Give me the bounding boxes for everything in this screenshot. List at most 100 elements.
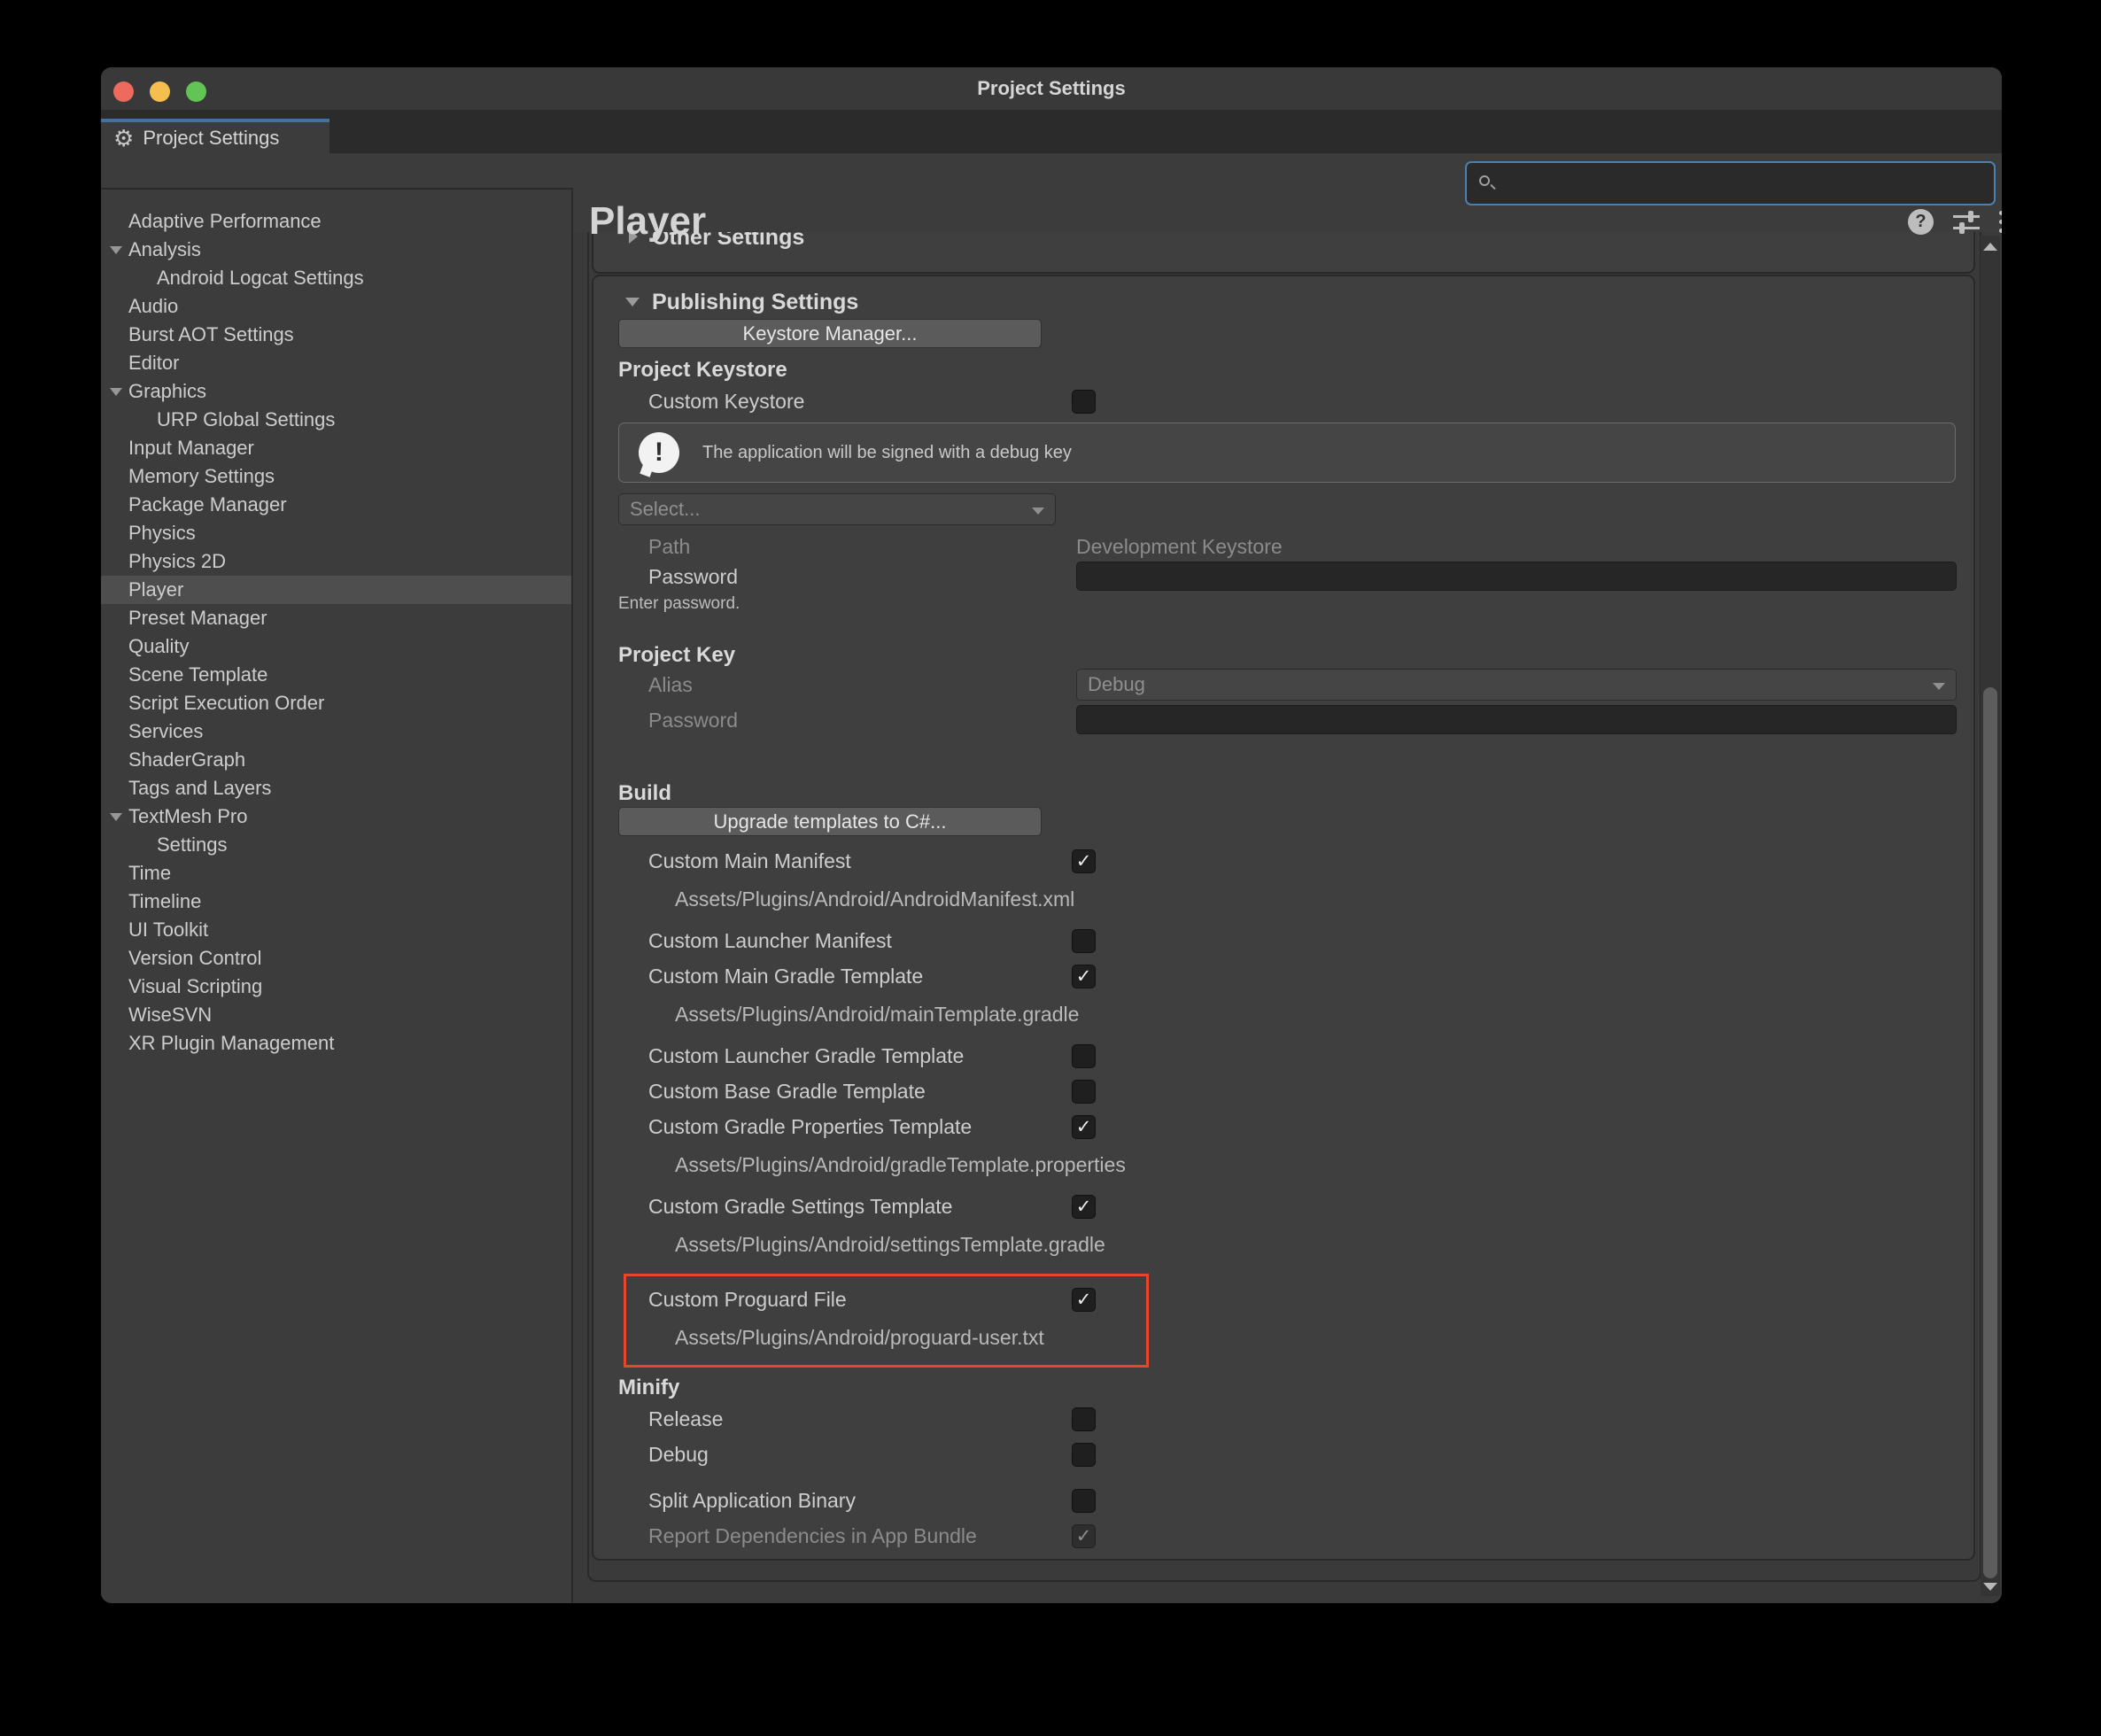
- report-dependencies-in-app-bundle-checkbox[interactable]: ✓: [1072, 1524, 1096, 1548]
- sidebar-item-editor[interactable]: Editor: [101, 349, 571, 377]
- project-settings-window: Project Settings ⚙ Project Settings Adap…: [101, 67, 2002, 1603]
- sidebar-item-physics-2d[interactable]: Physics 2D: [101, 547, 571, 576]
- sidebar-item-textmesh-pro[interactable]: TextMesh Pro: [101, 802, 571, 831]
- sidebar-item-shadergraph[interactable]: ShaderGraph: [101, 746, 571, 774]
- custom-launcher-manifest-checkbox[interactable]: [1072, 929, 1096, 953]
- custom-proguard-file-checkbox[interactable]: ✓: [1072, 1288, 1096, 1312]
- upgrade-templates-to-c-button[interactable]: Upgrade templates to C#...: [618, 807, 1042, 836]
- sidebar-item-label: Graphics: [101, 377, 571, 406]
- sidebar-item-time[interactable]: Time: [101, 859, 571, 887]
- sidebar-item-tags-and-layers[interactable]: Tags and Layers: [101, 774, 571, 802]
- toggle-row-report-dependencies-in-app-bundle: Report Dependencies in App Bundle✓: [618, 1518, 1956, 1554]
- sidebar-item-physics[interactable]: Physics: [101, 519, 571, 547]
- field-label: Password: [648, 704, 738, 736]
- release-checkbox[interactable]: [1072, 1407, 1096, 1431]
- sidebar-item-services[interactable]: Services: [101, 717, 571, 746]
- sidebar-item-label: TextMesh Pro: [101, 802, 571, 831]
- debug-checkbox[interactable]: [1072, 1443, 1096, 1467]
- foldout-publishing-settings[interactable]: Publishing Settings: [618, 287, 1956, 317]
- custom-gradle-properties-template-checkbox[interactable]: ✓: [1072, 1115, 1096, 1139]
- sidebar-item-player[interactable]: Player: [101, 576, 571, 604]
- select-row: Select...: [618, 493, 1956, 525]
- sidebar-item-memory-settings[interactable]: Memory Settings: [101, 462, 571, 491]
- sidebar-item-ui-toolkit[interactable]: UI Toolkit: [101, 916, 571, 944]
- sidebar-item-preset-manager[interactable]: Preset Manager: [101, 604, 571, 632]
- sidebar-item-graphics[interactable]: Graphics: [101, 377, 571, 406]
- toggle-label: Release: [648, 1401, 723, 1437]
- toggle-row-custom-gradle-settings-template: Custom Gradle Settings Template ✓: [618, 1189, 1956, 1224]
- password-input[interactable]: [1076, 705, 1957, 734]
- sidebar-item-label: Input Manager: [101, 434, 571, 462]
- custom-base-gradle-template-checkbox[interactable]: [1072, 1080, 1096, 1104]
- zoom-button[interactable]: [186, 81, 206, 102]
- sidebar-item-xr-plugin-management[interactable]: XR Plugin Management: [101, 1029, 571, 1058]
- custom-gradle-settings-template-checkbox[interactable]: ✓: [1072, 1195, 1096, 1219]
- search-box[interactable]: [1465, 161, 1996, 205]
- other-settings-section: Other Settings: [592, 232, 1975, 274]
- tab-project-settings[interactable]: ⚙ Project Settings: [101, 119, 329, 153]
- sidebar-item-label: Audio: [101, 292, 571, 321]
- toggle-row-custom-proguard-file: Custom Proguard File ✓: [626, 1282, 1146, 1317]
- sidebar-item-label: Player: [101, 576, 571, 604]
- sidebar-item-audio[interactable]: Audio: [101, 292, 571, 321]
- field-label: Path: [648, 532, 690, 561]
- keystore-select-dropdown[interactable]: Select...: [618, 493, 1056, 525]
- sidebar-item-version-control[interactable]: Version Control: [101, 944, 571, 973]
- toggle-label: Debug: [648, 1437, 709, 1472]
- scroll-down-icon[interactable]: [1983, 1583, 1997, 1591]
- custom-launcher-gradle-template-checkbox[interactable]: [1072, 1044, 1096, 1068]
- toggle-row-custom-main-manifest: Custom Main Manifest✓: [618, 843, 1956, 879]
- settings-menu-kebab-icon[interactable]: [1999, 211, 2002, 233]
- sidebar-item-burst-aot-settings[interactable]: Burst AOT Settings: [101, 321, 571, 349]
- sidebar-item-scene-template[interactable]: Scene Template: [101, 661, 571, 689]
- sidebar-item-package-manager[interactable]: Package Manager: [101, 491, 571, 519]
- sidebar-item-wisesvn[interactable]: WiseSVN: [101, 1001, 571, 1029]
- password-input[interactable]: [1076, 562, 1957, 591]
- custom-main-manifest-checkbox[interactable]: ✓: [1072, 849, 1096, 873]
- row-password: Password: [618, 561, 1956, 593]
- sidebar-item-label: Editor: [101, 349, 571, 377]
- sidebar-item-quality[interactable]: Quality: [101, 632, 571, 661]
- sidebar-item-script-execution-order[interactable]: Script Execution Order: [101, 689, 571, 717]
- scrollbar-thumb[interactable]: [1983, 687, 1997, 1578]
- sidebar-item-adaptive-performance[interactable]: Adaptive Performance: [101, 207, 571, 236]
- split-application-binary-checkbox[interactable]: [1072, 1489, 1096, 1513]
- minimize-button[interactable]: [150, 81, 170, 102]
- alias-dropdown[interactable]: Debug: [1076, 669, 1957, 701]
- sidebar-item-label: UI Toolkit: [101, 916, 571, 944]
- custom-main-gradle-template-checkbox[interactable]: ✓: [1072, 965, 1096, 988]
- sidebar-item-analysis[interactable]: Analysis: [101, 236, 571, 264]
- foldout-open-icon[interactable]: [110, 388, 122, 396]
- sidebar-item-label: URP Global Settings: [101, 406, 571, 434]
- sidebar-item-urp-global-settings[interactable]: URP Global Settings: [101, 406, 571, 434]
- foldout-open-icon[interactable]: [110, 813, 122, 821]
- sidebar-item-timeline[interactable]: Timeline: [101, 887, 571, 916]
- scroll-up-icon[interactable]: [1983, 243, 1997, 251]
- other-settings-foldout[interactable]: Other Settings: [618, 232, 1973, 252]
- sidebar-item-label: Physics: [101, 519, 571, 547]
- sidebar-item-label: Version Control: [101, 944, 571, 973]
- toggle-label: Custom Main Gradle Template: [648, 958, 923, 994]
- foldout-open-icon[interactable]: [110, 246, 122, 254]
- sidebar-item-label: Memory Settings: [101, 462, 571, 491]
- sidebar-item-label: Burst AOT Settings: [101, 321, 571, 349]
- sidebar-item-android-logcat-settings[interactable]: Android Logcat Settings: [101, 264, 571, 292]
- keystore-manager-button[interactable]: Keystore Manager...: [618, 319, 1042, 348]
- gear-icon: ⚙: [113, 127, 134, 150]
- search-input[interactable]: [1497, 163, 1994, 204]
- window-title: Project Settings: [101, 67, 2002, 110]
- asset-path: Assets/Plugins/Android/gradleTemplate.pr…: [618, 1144, 1956, 1185]
- sidebar-item-settings[interactable]: Settings: [101, 831, 571, 859]
- close-button[interactable]: [113, 81, 134, 102]
- toggle-label: Custom Gradle Settings Template: [648, 1189, 952, 1224]
- custom-keystore-checkbox[interactable]: [1072, 390, 1096, 414]
- presets-icon[interactable]: [1953, 212, 1980, 233]
- help-icon[interactable]: ?: [1908, 209, 1934, 235]
- vertical-scrollbar[interactable]: [1981, 236, 2000, 1596]
- heading-build: Build: [618, 779, 1956, 807]
- toggle-label: Custom Proguard File: [648, 1282, 847, 1317]
- sidebar-item-label: Visual Scripting: [101, 973, 571, 1001]
- sidebar-item-visual-scripting[interactable]: Visual Scripting: [101, 973, 571, 1001]
- sidebar-item-input-manager[interactable]: Input Manager: [101, 434, 571, 462]
- sidebar-item-label: Analysis: [101, 236, 571, 264]
